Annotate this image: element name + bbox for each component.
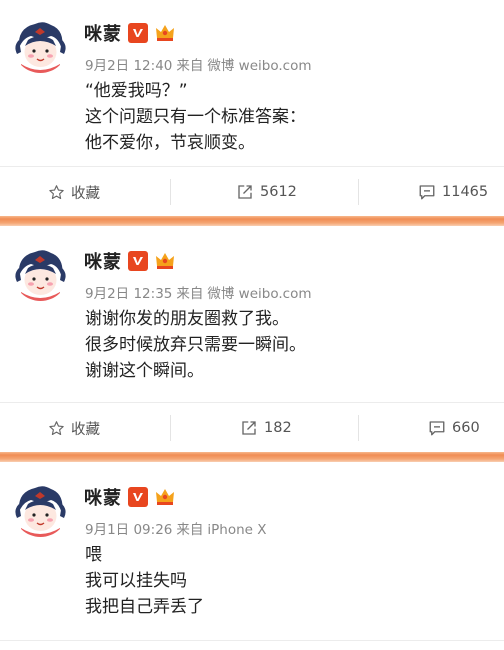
favorite-button[interactable]: 收藏 <box>48 167 100 217</box>
weibo-post: 咪蒙 9月2日 12:40 来自 微博 weibo.com “他爱我吗？” 这个问题… <box>0 0 504 218</box>
post-meta: 9月1日 09:26 来自 iPhone X <box>85 518 266 538</box>
favorite-label: 收藏 <box>71 421 100 438</box>
post-text-line: 这个问题只有一个标准答案： <box>85 107 306 127</box>
avatar-cartoon-icon <box>13 18 68 73</box>
comment-button[interactable]: 660 <box>428 403 480 453</box>
comment-count: 11465 <box>442 184 489 200</box>
username[interactable]: 咪蒙 <box>84 20 122 46</box>
speech-bubble-icon <box>429 421 445 436</box>
share-arrow-icon <box>242 421 256 435</box>
comment-count: 660 <box>452 420 480 436</box>
post-content: 喂 我可以挂失吗 我把自己弄丢了 <box>85 542 204 620</box>
post-text-line: 他不爱你，节哀顺变。 <box>85 133 255 153</box>
post-time[interactable]: 9月2日 12:35 <box>85 286 172 302</box>
post-meta: 9月2日 12:40 来自 微博 weibo.com <box>85 54 311 74</box>
from-label: 来自 <box>176 58 204 74</box>
action-separator <box>170 415 171 441</box>
weibo-post: 咪蒙 9月1日 09:26 来自 iPhone X 喂 我可以挂失吗 我把自己弄丢了 <box>0 464 504 650</box>
action-separator <box>358 415 359 441</box>
post-content: “他爱我吗？” 这个问题只有一个标准答案： 他不爱你，节哀顺变。 <box>85 78 306 156</box>
post-source[interactable]: iPhone X <box>207 522 266 538</box>
post-text-line: 谢谢这个瞬间。 <box>85 361 204 381</box>
avatar[interactable] <box>13 18 68 73</box>
username[interactable]: 咪蒙 <box>84 484 122 510</box>
post-text-line: “他爱我吗？” <box>85 81 188 101</box>
weibo-post: 咪蒙 9月2日 12:35 来自 微博 weibo.com 谢谢你发的朋友圈救了我。… <box>0 228 504 453</box>
post-divider <box>0 452 504 462</box>
username[interactable]: 咪蒙 <box>84 248 122 274</box>
post-text-line: 我可以挂失吗 <box>85 571 187 591</box>
share-arrow-icon <box>238 185 252 199</box>
post-time[interactable]: 9月1日 09:26 <box>85 522 172 538</box>
comment-button[interactable]: 11465 <box>418 167 488 217</box>
repost-count: 182 <box>264 420 292 436</box>
action-separator <box>170 179 171 205</box>
verified-v-icon[interactable] <box>128 487 148 507</box>
avatar-cartoon-icon <box>13 482 68 537</box>
weibo-feed: 咪蒙 9月2日 12:40 来自 微博 weibo.com “他爱我吗？” 这个问题… <box>0 0 504 650</box>
post-content: 谢谢你发的朋友圈救了我。 很多时候放弃只需要一瞬间。 谢谢这个瞬间。 <box>85 306 306 384</box>
post-bottom-border <box>0 640 504 641</box>
favorite-button[interactable]: 收藏 <box>48 403 100 453</box>
repost-button[interactable]: 182 <box>240 403 292 453</box>
crown-vip-icon[interactable] <box>154 486 176 508</box>
action-separator <box>358 179 359 205</box>
speech-bubble-icon <box>419 185 435 200</box>
post-action-bar: 收藏 5612 11465 <box>0 166 504 217</box>
post-meta: 9月2日 12:35 来自 微博 weibo.com <box>85 282 311 302</box>
repost-count: 5612 <box>260 184 297 200</box>
verified-v-icon[interactable] <box>128 23 148 43</box>
post-text-line: 我把自己弄丢了 <box>85 597 204 617</box>
repost-button[interactable]: 5612 <box>236 167 297 217</box>
verified-v-icon[interactable] <box>128 251 148 271</box>
post-action-bar: 收藏 182 660 <box>0 402 504 453</box>
post-text-line: 很多时候放弃只需要一瞬间。 <box>85 335 306 355</box>
post-divider <box>0 216 504 226</box>
from-label: 来自 <box>176 522 204 538</box>
avatar[interactable] <box>13 482 68 537</box>
star-outline-icon <box>49 420 64 435</box>
favorite-label: 收藏 <box>71 185 100 202</box>
from-label: 来自 <box>176 286 204 302</box>
post-time[interactable]: 9月2日 12:40 <box>85 58 172 74</box>
post-source[interactable]: 微博 weibo.com <box>207 58 311 74</box>
avatar-cartoon-icon <box>13 246 68 301</box>
post-source[interactable]: 微博 weibo.com <box>207 286 311 302</box>
post-text-line: 谢谢你发的朋友圈救了我。 <box>85 309 289 329</box>
star-outline-icon <box>49 184 64 199</box>
avatar[interactable] <box>13 246 68 301</box>
crown-vip-icon[interactable] <box>154 250 176 272</box>
crown-vip-icon[interactable] <box>154 22 176 44</box>
post-text-line: 喂 <box>85 545 102 565</box>
